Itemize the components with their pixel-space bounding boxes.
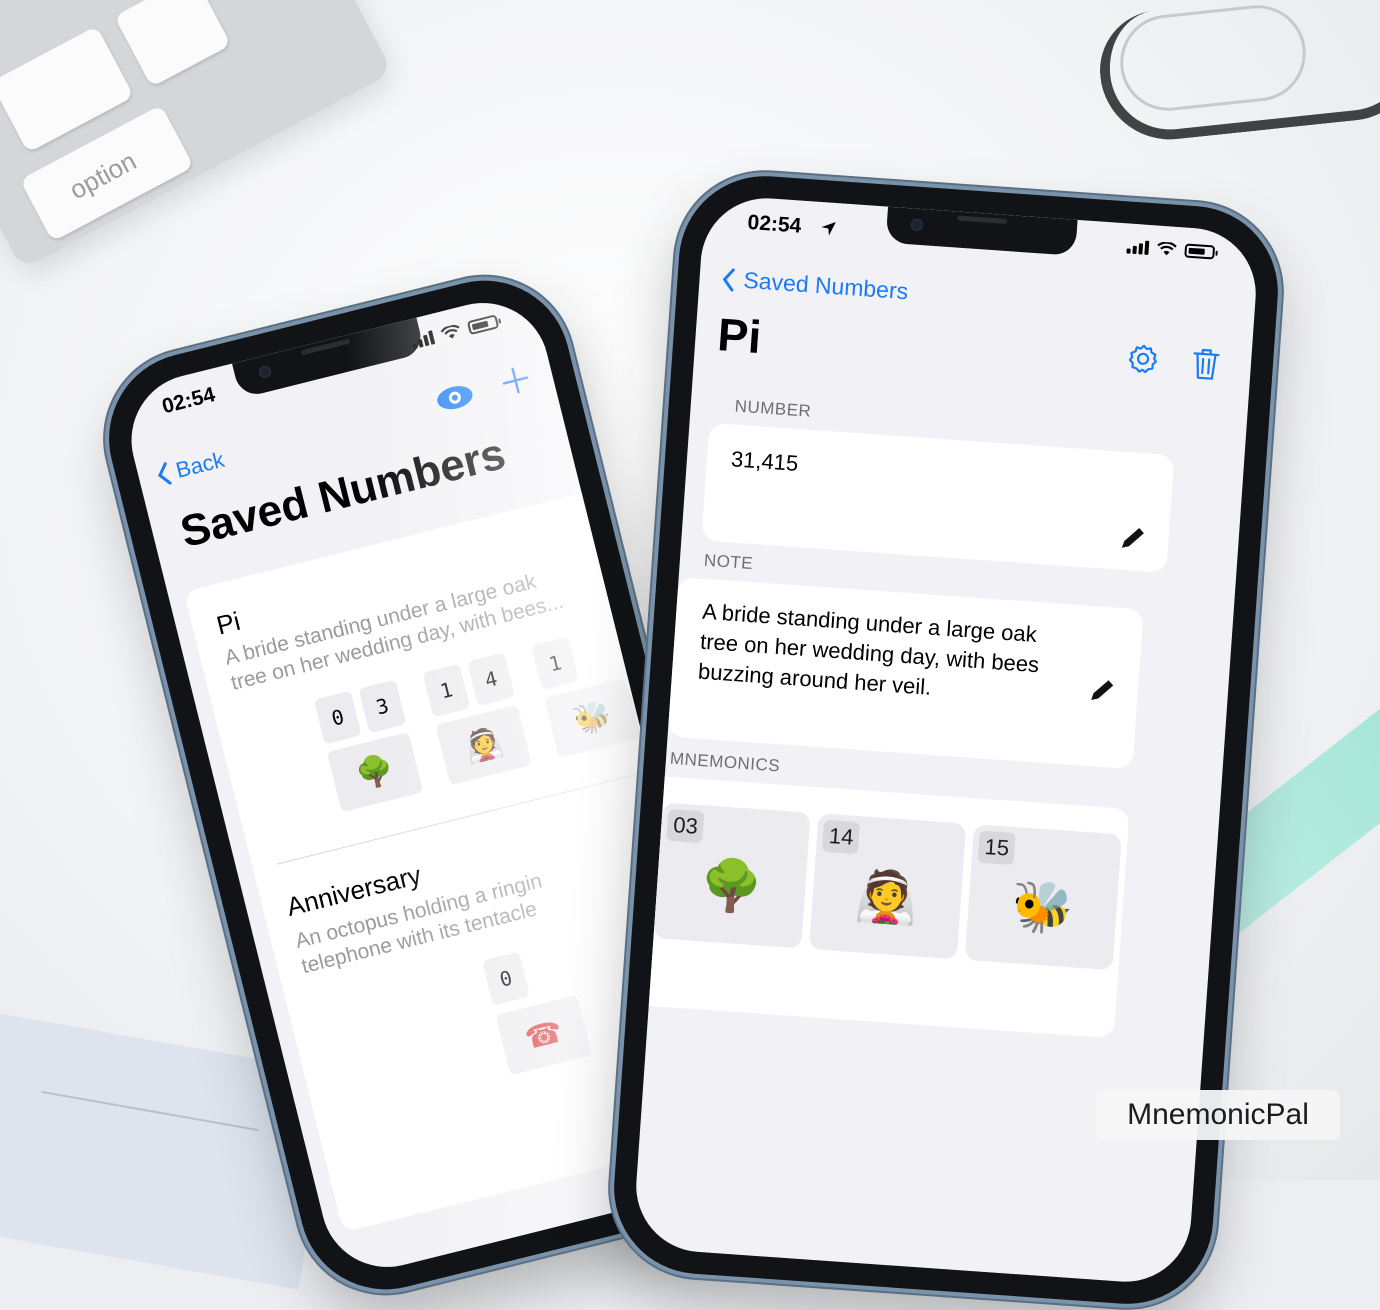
mnemonic-tile[interactable]: 14 👰	[809, 813, 967, 960]
speaker	[957, 215, 1008, 225]
gear-icon[interactable]	[1126, 342, 1160, 376]
note-text: A bride standing under a large oak tree …	[697, 597, 1042, 710]
camera	[257, 364, 273, 380]
camera	[910, 218, 924, 232]
pencil-icon[interactable]	[1087, 676, 1117, 706]
back-label: Saved Numbers	[742, 266, 910, 305]
mnemonic-number: 14	[821, 819, 861, 855]
status-icons	[1126, 239, 1216, 260]
note-section-label: NOTE	[703, 550, 754, 574]
pencil-icon[interactable]	[1118, 524, 1148, 554]
note-field[interactable]: A bride standing under a large oak tree …	[667, 576, 1144, 770]
chevron-left-icon	[158, 462, 172, 485]
mnemonic-emoji: 🐝	[544, 677, 641, 759]
chevron-left-icon	[722, 268, 735, 291]
mnemonic-tile[interactable]: 15 🐝	[964, 824, 1122, 971]
brand-watermark: MnemonicPal	[1096, 1090, 1340, 1140]
mnemonic-number: 03	[666, 808, 705, 844]
wifi-icon	[1157, 241, 1177, 256]
back-button[interactable]: Saved Numbers	[721, 265, 909, 305]
number-section-label: NUMBER	[734, 396, 812, 421]
number-value: 31,415	[730, 446, 800, 476]
digit-box: 1	[531, 636, 580, 691]
status-time: 02:54	[746, 210, 803, 238]
mnemonic-number: 15	[977, 830, 1017, 866]
battery-icon	[1184, 243, 1216, 260]
digit-box: 0	[481, 951, 530, 1006]
digit-box: 3	[358, 679, 407, 734]
digit-box: 4	[467, 652, 516, 707]
mnemonics-card: 03 🌳 14 👰 15 🐝	[631, 775, 1130, 1039]
location-arrow-icon	[821, 222, 836, 236]
page-title: Pi	[715, 308, 763, 364]
back-label: Back	[173, 446, 227, 483]
status-icons	[411, 314, 500, 350]
signal-icon	[1126, 239, 1150, 255]
back-button[interactable]: Back	[154, 447, 227, 489]
speaker	[300, 338, 351, 356]
trash-icon[interactable]	[1190, 346, 1222, 382]
eye-icon[interactable]	[432, 380, 477, 415]
item-title: Pi	[213, 605, 244, 641]
status-time: 02:54	[159, 383, 218, 419]
number-field[interactable]: 31,415	[701, 422, 1175, 573]
mnemonic-tile[interactable]: 03 🌳	[653, 802, 811, 949]
digit-box: 1	[422, 663, 471, 718]
notch	[885, 206, 1078, 256]
mnemonic-emoji: 👰	[435, 704, 533, 786]
battery-icon	[466, 314, 500, 336]
keyboard-key	[114, 0, 232, 88]
digit-box: 0	[313, 690, 362, 745]
mnemonic-emoji: 🌳	[326, 731, 424, 813]
mnemonics-section-label: MNEMONICS	[669, 748, 781, 776]
plus-icon[interactable]	[497, 362, 533, 398]
mnemonic-emoji: ☎	[495, 994, 592, 1076]
tree-emoji: 🌳	[698, 855, 765, 916]
wifi-icon	[440, 324, 460, 339]
bee-emoji: 🐝	[1009, 877, 1076, 938]
bride-emoji: 👰	[853, 866, 920, 927]
